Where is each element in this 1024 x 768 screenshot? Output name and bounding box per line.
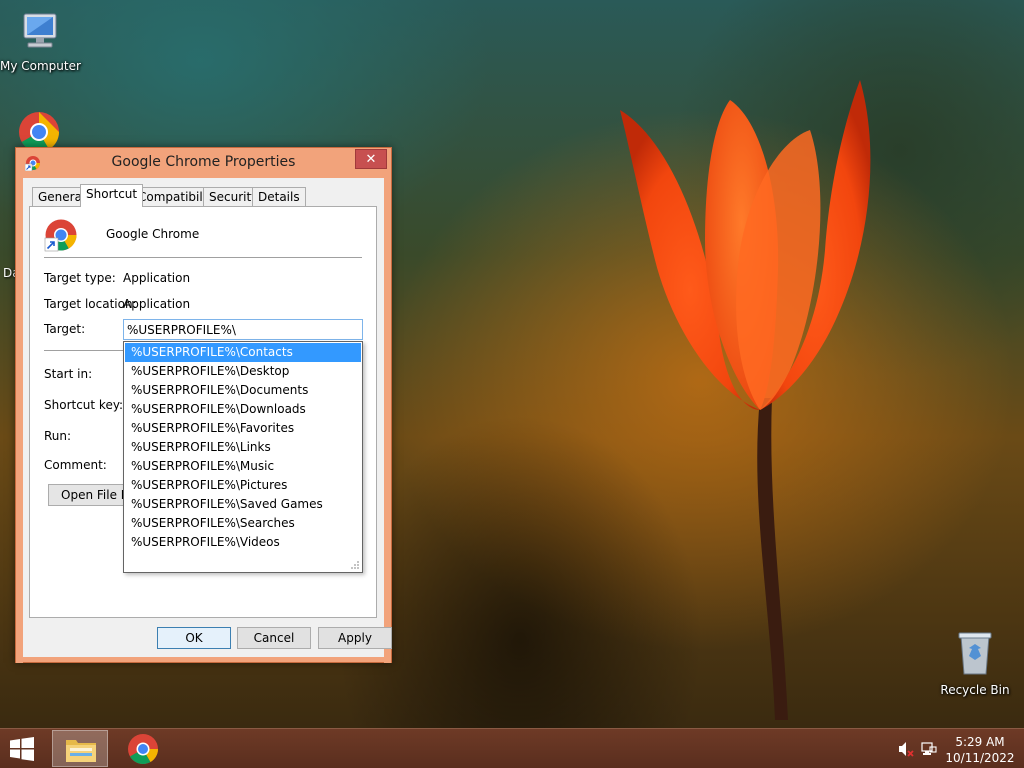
clock-time[interactable]: 5:29 AM (940, 735, 1020, 749)
autocomplete-item-documents[interactable]: %USERPROFILE%\Documents (125, 381, 361, 400)
autocomplete-item-videos[interactable]: %USERPROFILE%\Videos (125, 533, 361, 552)
autocomplete-item-music[interactable]: %USERPROFILE%\Music (125, 457, 361, 476)
dialog-title: Google Chrome Properties (111, 154, 296, 170)
cancel-button[interactable]: Cancel (237, 627, 311, 649)
autocomplete-item-downloads[interactable]: %USERPROFILE%\Downloads (125, 400, 361, 419)
separator-middle (44, 350, 124, 351)
network-icon[interactable] (921, 741, 937, 757)
autocomplete-item-desktop[interactable]: %USERPROFILE%\Desktop (125, 362, 361, 381)
target-location-value: Application (123, 297, 191, 311)
chrome-app-icon (44, 219, 77, 252)
clock-date[interactable]: 10/11/2022 (940, 751, 1020, 765)
run-label: Run: (44, 429, 72, 443)
autocomplete-item-searches[interactable]: %USERPROFILE%\Searches (125, 514, 361, 533)
close-button[interactable]: ✕ (355, 149, 387, 169)
dialog-frame-left (16, 178, 23, 663)
desktop-icon-recycle-bin[interactable]: Recycle Bin (935, 630, 1015, 697)
resize-grip-icon[interactable] (350, 560, 360, 570)
desktop-icon-recycle-bin-label: Recycle Bin (940, 683, 1010, 697)
taskbar-google-chrome[interactable] (115, 730, 171, 767)
desktop-icon-my-computer-label: My Computer (0, 59, 81, 73)
start-in-label: Start in: (44, 367, 93, 381)
taskbar: 5:29 AM 10/11/2022 (0, 728, 1024, 768)
autocomplete-item-favorites[interactable]: %USERPROFILE%\Favorites (125, 419, 361, 438)
volume-muted-icon[interactable] (897, 741, 915, 757)
dialog-frame-right (384, 178, 391, 663)
windows-logo-icon (10, 737, 34, 761)
target-label: Target: (44, 322, 86, 336)
target-type-label: Target type: (44, 271, 116, 285)
dialog-titlebar[interactable]: Google Chrome Properties ✕ (16, 148, 391, 178)
desktop-icon-my-computer[interactable]: My Computer (0, 10, 81, 73)
tulip-wallpaper-art (620, 80, 871, 720)
taskbar-file-explorer[interactable] (52, 730, 108, 767)
comment-label: Comment: (44, 458, 107, 472)
chrome-icon (128, 734, 158, 765)
start-button[interactable] (8, 737, 36, 764)
computer-icon (23, 13, 57, 48)
recycle-bin-icon (958, 632, 992, 675)
app-name: Google Chrome (106, 227, 200, 241)
autocomplete-item-contacts[interactable]: %USERPROFILE%\Contacts (125, 343, 361, 362)
close-icon: ✕ (365, 152, 377, 167)
folder-icon (66, 740, 96, 762)
autocomplete-item-saved-games[interactable]: %USERPROFILE%\Saved Games (125, 495, 361, 514)
separator-top (44, 257, 362, 258)
target-input[interactable] (123, 319, 363, 340)
autocomplete-item-pictures[interactable]: %USERPROFILE%\Pictures (125, 476, 361, 495)
shortcut-key-label: Shortcut key: (44, 398, 124, 412)
target-autocomplete-list: %USERPROFILE%\Contacts %USERPROFILE%\Des… (123, 341, 363, 573)
apply-button[interactable]: Apply (318, 627, 392, 649)
ok-button[interactable]: OK (157, 627, 231, 649)
tab-details[interactable]: Details (252, 187, 306, 206)
tab-shortcut[interactable]: Shortcut (80, 184, 144, 207)
target-type-value: Application (123, 271, 191, 285)
autocomplete-item-links[interactable]: %USERPROFILE%\Links (125, 438, 361, 457)
